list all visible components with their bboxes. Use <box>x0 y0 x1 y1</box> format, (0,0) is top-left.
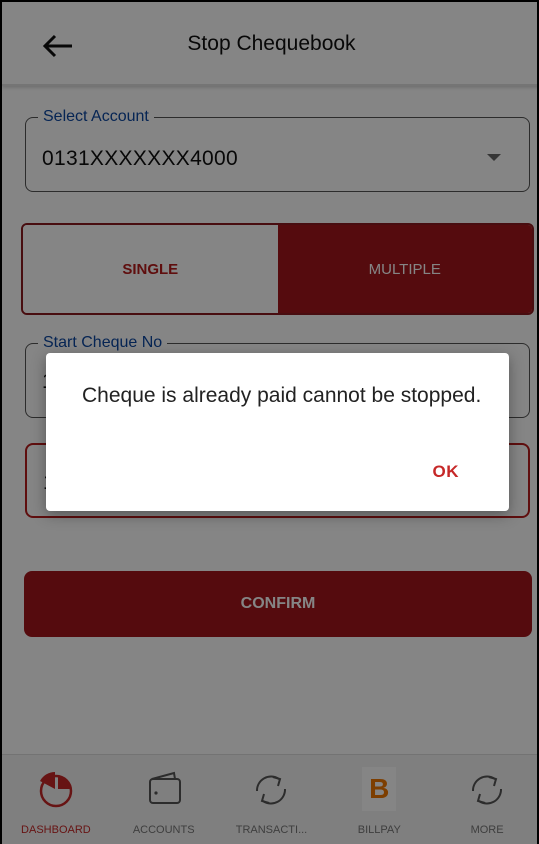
dialog-message: Cheque is already paid cannot be stopped… <box>82 384 482 407</box>
alert-dialog: Cheque is already paid cannot be stopped… <box>46 353 509 511</box>
ok-button[interactable]: OK <box>433 462 460 482</box>
app-screen: Stop Chequebook Select Account 0131XXXXX… <box>0 0 539 844</box>
